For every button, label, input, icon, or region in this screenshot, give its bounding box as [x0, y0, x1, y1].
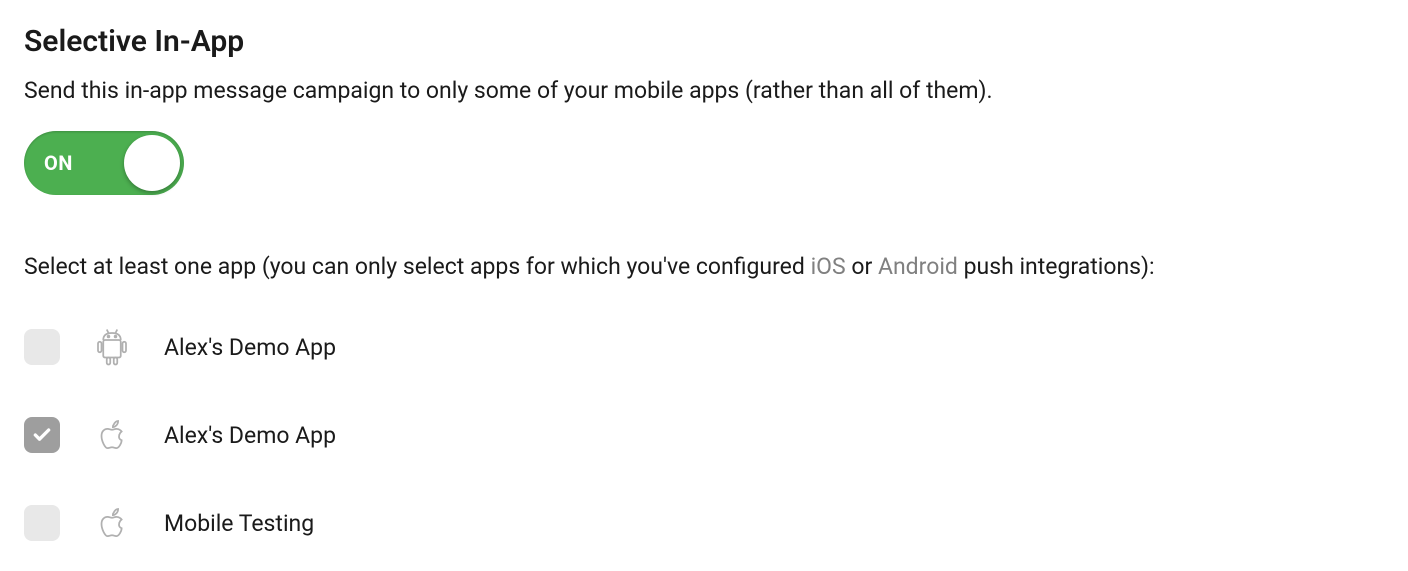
- app-row: Mobile Testing: [24, 499, 1384, 547]
- android-icon: [88, 323, 136, 371]
- app-row: Alex's Demo App: [24, 323, 1384, 371]
- app-checkbox[interactable]: [24, 417, 60, 453]
- toggle-knob: [124, 135, 180, 191]
- app-name-label: Mobile Testing: [164, 510, 314, 537]
- check-icon: [32, 425, 52, 445]
- section-description: Send this in-app message campaign to onl…: [24, 75, 1384, 107]
- app-checkbox[interactable]: [24, 505, 60, 541]
- ios-link[interactable]: iOS: [811, 253, 846, 280]
- app-name-label: Alex's Demo App: [164, 334, 336, 361]
- app-name-label: Alex's Demo App: [164, 422, 336, 449]
- instruction-or: or: [846, 253, 878, 280]
- section-title: Selective In-App: [24, 24, 1384, 59]
- apple-icon: [88, 411, 136, 459]
- apple-icon: [88, 499, 136, 547]
- toggle-state-label: ON: [44, 151, 73, 175]
- app-list: Alex's Demo App Alex's Demo App Mobile T…: [24, 323, 1384, 547]
- app-checkbox[interactable]: [24, 329, 60, 365]
- instruction-suffix: push integrations):: [958, 253, 1155, 280]
- android-link[interactable]: Android: [878, 253, 958, 280]
- app-row: Alex's Demo App: [24, 411, 1384, 459]
- instruction-prefix: Select at least one app (you can only se…: [24, 253, 811, 280]
- select-instruction: Select at least one app (you can only se…: [24, 251, 1384, 283]
- selective-toggle[interactable]: ON: [24, 131, 184, 195]
